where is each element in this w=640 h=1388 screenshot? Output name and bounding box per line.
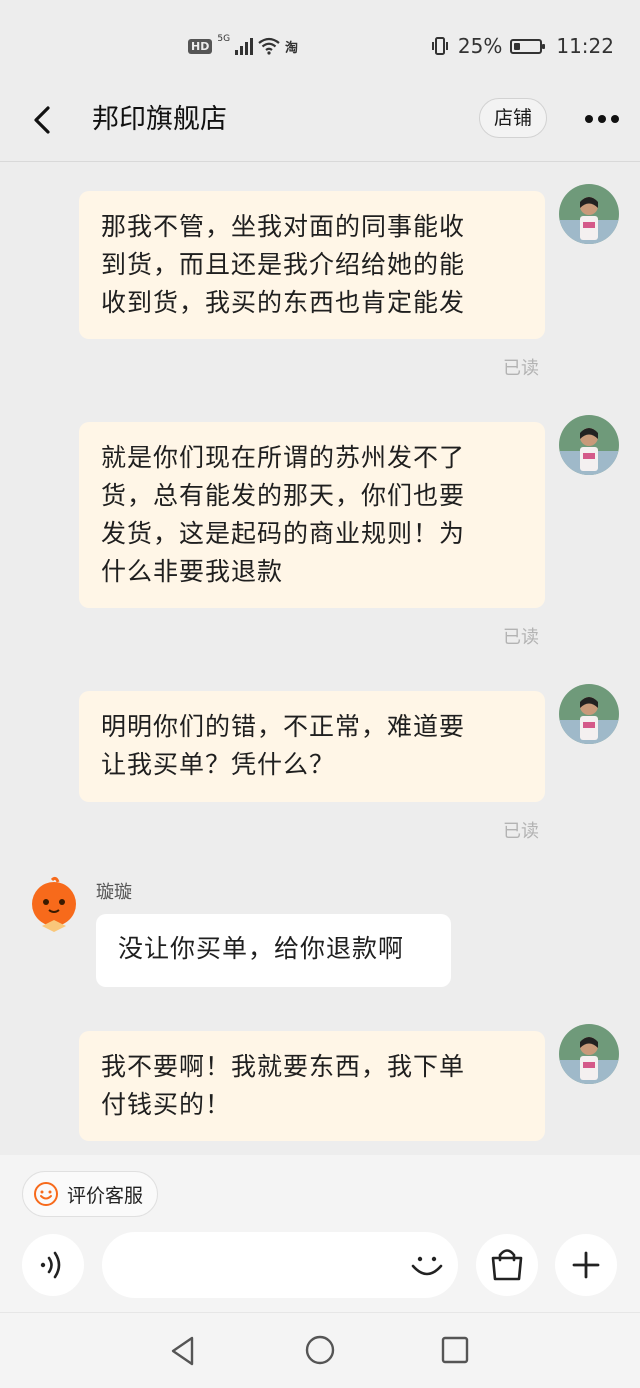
my-message-bubble[interactable]: 我不要啊！我就要东西，我下单 付钱买的！	[79, 1031, 545, 1141]
status-left: HD 5G 淘	[188, 34, 298, 58]
taobao-notification-icon: 淘	[285, 40, 299, 56]
my-message-bubble[interactable]: 那我不管，坐我对面的同事能收 到货，而且还是我介绍给她的能 收到货，我买的东西也…	[79, 191, 545, 339]
status-bar: HD 5G 淘 25% 11:22	[0, 0, 640, 90]
rate-service-label: 评价客服	[67, 1184, 144, 1207]
rate-service-button[interactable]: 评价客服	[22, 1171, 159, 1217]
read-receipt: 已读	[503, 627, 539, 648]
nav-recents-icon[interactable]	[441, 1336, 469, 1364]
nav-back-icon[interactable]	[168, 1335, 198, 1367]
voice-button[interactable]	[22, 1234, 84, 1296]
system-nav-bar	[0, 1312, 640, 1388]
status-right: 25% 11:22	[430, 33, 614, 59]
clock: 11:22	[556, 34, 614, 58]
user-photo-icon	[559, 684, 619, 744]
battery-icon	[510, 38, 546, 54]
battery-level	[514, 42, 521, 50]
network-type: 5G	[217, 34, 231, 44]
shop-button[interactable]: 店铺	[479, 98, 547, 138]
user-photo-icon	[559, 184, 619, 244]
my-avatar[interactable]	[559, 415, 619, 475]
user-photo-icon	[559, 415, 619, 475]
shopping-bag-button[interactable]	[476, 1234, 538, 1296]
signal-icon	[235, 38, 254, 55]
smiley-icon	[34, 1182, 58, 1206]
back-arrow-icon[interactable]	[24, 100, 64, 140]
hd-badge: HD	[188, 38, 213, 54]
read-receipt: 已读	[503, 821, 539, 842]
chat-header: 邦印旗舰店 店铺	[0, 90, 640, 162]
message-input[interactable]	[102, 1232, 458, 1298]
my-message-bubble[interactable]: 就是你们现在所谓的苏州发不了 货，总有能发的那天，你们也要 发货，这是起码的商业…	[79, 422, 545, 608]
emoji-icon[interactable]	[406, 1244, 448, 1286]
nav-home-icon[interactable]	[304, 1334, 336, 1366]
vibrate-icon	[431, 37, 448, 55]
more-dots-icon[interactable]	[580, 104, 624, 134]
my-avatar[interactable]	[559, 684, 619, 744]
my-avatar[interactable]	[559, 184, 619, 244]
plus-icon	[572, 1251, 600, 1279]
shopping-bag-icon	[491, 1249, 523, 1281]
agent-message-bubble[interactable]: 没让你买单，给你退款啊	[96, 914, 451, 987]
shop-title: 邦印旗舰店	[92, 104, 227, 135]
agent-avatar[interactable]	[24, 876, 84, 936]
plus-button[interactable]	[555, 1234, 617, 1296]
wifi-icon	[258, 37, 280, 55]
orange-mascot-icon	[32, 876, 76, 932]
read-receipt: 已读	[503, 358, 539, 379]
my-avatar[interactable]	[559, 1024, 619, 1084]
voice-icon	[40, 1251, 61, 1279]
user-photo-icon	[559, 1024, 619, 1084]
input-area: 评价客服	[0, 1155, 640, 1312]
my-message-bubble[interactable]: 明明你们的错，不正常，难道要 让我买单？凭什么？	[79, 691, 545, 802]
battery-percent: 25%	[457, 34, 503, 58]
agent-name: 璇璇	[96, 882, 132, 903]
